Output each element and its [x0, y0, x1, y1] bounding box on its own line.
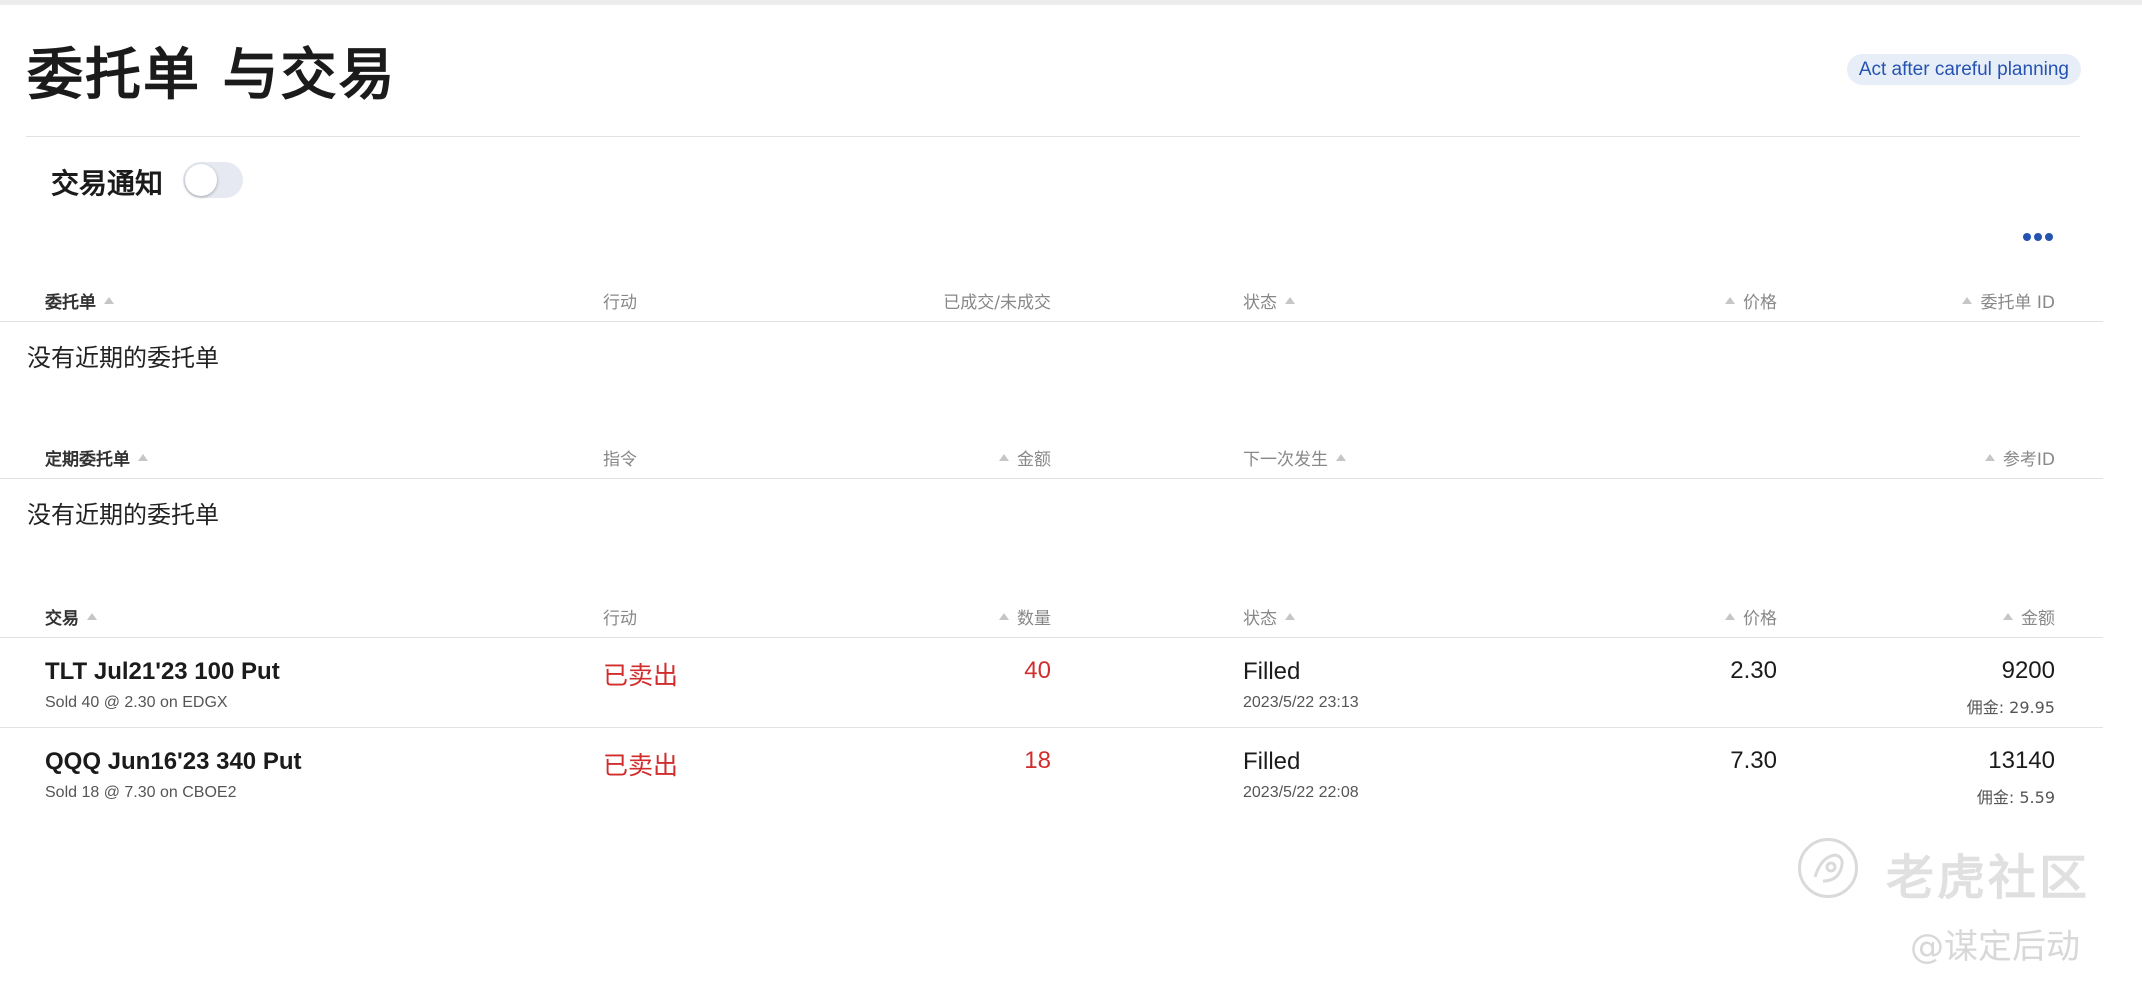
more-dot	[2045, 233, 2053, 241]
header-amount[interactable]: 金额	[1995, 604, 2055, 629]
page-title: 委托单 与交易	[27, 43, 397, 108]
trade-amount: 9200	[2001, 657, 2055, 684]
trade-commission: 佣金: 29.95	[1966, 698, 2055, 717]
sort-asc-icon	[2003, 613, 2013, 620]
header-amount[interactable]: 金额	[991, 445, 1051, 470]
header-trades[interactable]: 交易	[45, 604, 105, 629]
trade-symbol: QQQ Jun16'23 340 Put	[45, 748, 302, 775]
more-dot	[2023, 233, 2031, 241]
header-status[interactable]: 状态	[1243, 604, 1303, 629]
more-options-icon[interactable]	[2023, 228, 2053, 246]
more-dot	[2034, 233, 2042, 241]
top-strip	[0, 0, 2142, 5]
sort-asc-icon	[1285, 297, 1295, 304]
watermark: 老虎社区	[1798, 838, 2108, 908]
motto-badge: Act after careful planning	[1846, 54, 2081, 85]
orders-table-header: 委托单 行动 已成交/未成交 状态 价格 委托单 ID	[0, 278, 2103, 322]
header-price[interactable]: 价格	[1717, 288, 1777, 313]
recurring-empty-message: 没有近期的委托单	[27, 501, 219, 529]
trades-table-header: 交易 行动 数量 状态 价格 金额	[0, 594, 2103, 638]
header-recurring-orders[interactable]: 定期委托单	[45, 445, 156, 470]
trade-price: 2.30	[1730, 657, 1777, 684]
table-row[interactable]: TLT Jul21'23 100 Put Sold 40 @ 2.30 on E…	[0, 638, 2103, 728]
recurring-table-header: 定期委托单 指令 金额 下一次发生 参考ID	[0, 435, 2103, 479]
header-quantity[interactable]: 数量	[991, 604, 1051, 629]
header-status[interactable]: 状态	[1243, 288, 1303, 313]
tiger-logo-icon	[1798, 838, 1858, 898]
title-divider	[26, 136, 2080, 137]
sort-asc-icon	[999, 454, 1009, 461]
header-orders[interactable]: 委托单	[45, 288, 122, 313]
sort-asc-icon	[138, 454, 148, 461]
trade-quantity: 18	[1024, 747, 1051, 774]
sort-asc-icon	[1984, 454, 1995, 461]
trade-time: 2023/5/22 22:08	[1243, 784, 1359, 801]
trade-status: Filled	[1243, 658, 1301, 685]
trade-action: 已卖出	[603, 661, 679, 690]
sort-asc-icon	[104, 297, 114, 304]
trade-price: 7.30	[1730, 747, 1777, 774]
header-price[interactable]: 价格	[1717, 604, 1777, 629]
tiger-logo-svg	[1813, 853, 1844, 883]
trade-notification-toggle[interactable]	[183, 162, 243, 198]
header-next-occurrence[interactable]: 下一次发生	[1243, 445, 1354, 470]
sort-asc-icon	[1725, 297, 1735, 304]
sort-asc-icon	[999, 613, 1009, 620]
trade-time: 2023/5/22 23:13	[1243, 694, 1359, 711]
watermark-brand: 老虎社区	[1886, 850, 2091, 906]
header-reference-id[interactable]: 参考ID	[1977, 445, 2055, 470]
trade-amount: 13140	[1988, 747, 2055, 774]
toggle-knob	[185, 164, 217, 196]
sort-asc-icon	[1725, 613, 1735, 620]
trade-status: Filled	[1243, 748, 1301, 775]
trade-notification-label: 交易通知	[51, 167, 164, 200]
trade-action: 已卖出	[603, 751, 679, 780]
orders-empty-message: 没有近期的委托单	[27, 344, 219, 372]
trade-symbol: TLT Jul21'23 100 Put	[45, 658, 280, 685]
header-action: 行动	[603, 609, 637, 629]
trade-commission: 佣金: 5.59	[1976, 788, 2055, 807]
trade-detail: Sold 18 @ 7.30 on CBOE2	[45, 784, 237, 801]
header-instruction: 指令	[603, 450, 637, 470]
header-order-id[interactable]: 委托单 ID	[1954, 288, 2055, 313]
trade-detail: Sold 40 @ 2.30 on EDGX	[45, 694, 228, 711]
trade-quantity: 40	[1024, 657, 1051, 684]
watermark-handle: @谋定后动	[1910, 927, 2080, 967]
sort-asc-icon	[87, 613, 97, 620]
sort-asc-icon	[1336, 454, 1346, 461]
header-action: 行动	[603, 293, 637, 313]
sort-asc-icon	[1962, 297, 1973, 304]
table-row[interactable]: QQQ Jun16'23 340 Put Sold 18 @ 7.30 on C…	[0, 728, 2103, 818]
header-filled-unfilled: 已成交/未成交	[943, 293, 1051, 313]
sort-asc-icon	[1285, 613, 1295, 620]
